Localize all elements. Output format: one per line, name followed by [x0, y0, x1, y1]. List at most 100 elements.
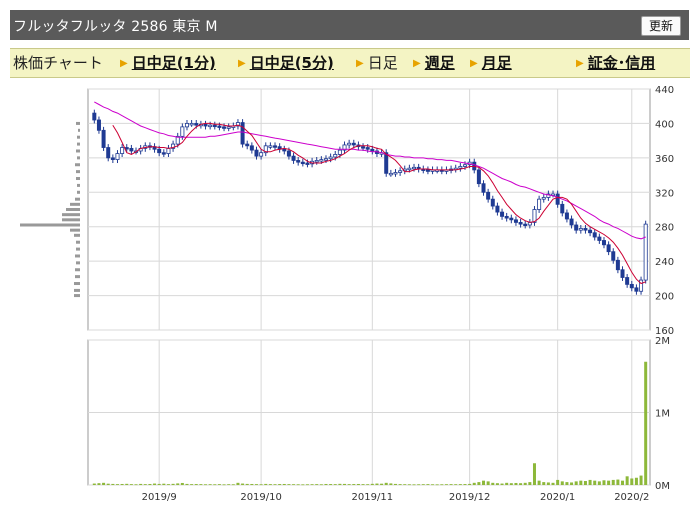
volume-bar	[505, 482, 509, 485]
volume-bar	[194, 484, 198, 485]
candle-body	[597, 236, 602, 241]
candle-body	[629, 283, 634, 289]
candle-body	[300, 161, 305, 165]
candle-body	[643, 223, 648, 281]
volume-bar	[621, 480, 625, 485]
candle-body	[481, 183, 486, 193]
volume-bar	[171, 483, 175, 485]
volume-profile-bar	[20, 223, 80, 227]
volume-bar	[148, 483, 152, 485]
candle-body	[370, 148, 375, 152]
volume-tick-label: 2M	[655, 336, 670, 347]
volume-profile-bar	[70, 202, 80, 206]
volume-bar	[305, 484, 309, 486]
volume-bar	[630, 478, 634, 485]
volume-bar	[111, 483, 115, 485]
volume-profile-bar	[77, 183, 80, 187]
candle-body	[328, 156, 333, 160]
volume-bar	[292, 484, 296, 486]
volume-bar	[338, 483, 342, 485]
volume-bar	[500, 483, 504, 485]
volume-bar	[509, 483, 513, 485]
volume-bar	[472, 482, 476, 485]
candle-body	[115, 153, 120, 160]
volume-bar	[366, 484, 370, 486]
volume-bar	[231, 484, 235, 486]
candle-body	[583, 228, 588, 231]
volume-bar	[468, 483, 472, 485]
volume-bar	[153, 483, 157, 485]
candle-body	[625, 277, 630, 285]
candle-body	[180, 126, 185, 137]
volume-bar	[426, 484, 430, 485]
volume-bar	[254, 484, 258, 485]
candle-body	[398, 170, 403, 173]
candle-body	[286, 150, 291, 157]
candle-body	[189, 123, 194, 126]
volume-bar	[213, 484, 217, 486]
volume-bar	[523, 482, 527, 485]
volume-bar	[597, 481, 601, 485]
candle-body	[384, 152, 389, 174]
volume-bar	[560, 481, 564, 485]
volume-bar	[639, 475, 643, 485]
candle-body	[351, 142, 356, 146]
volume-profile-bar	[74, 288, 80, 292]
volume-bar	[166, 484, 170, 485]
price-tick-label: 280	[655, 223, 674, 234]
volume-bar	[125, 483, 129, 485]
volume-profile-bar	[76, 149, 80, 153]
volume-profile-bar	[76, 240, 80, 244]
volume-profile-bar	[76, 177, 80, 181]
volume-bar	[245, 483, 249, 485]
x-tick-label: 2019/11	[352, 492, 394, 503]
volume-bar	[227, 484, 231, 486]
volume-profile-bar	[77, 135, 80, 139]
candle-body	[305, 162, 310, 165]
volume-bar	[236, 482, 240, 485]
volume-bar	[458, 484, 462, 485]
volume-bar	[324, 483, 328, 485]
candle-body	[393, 172, 398, 175]
candle-body	[555, 193, 560, 205]
candle-body	[462, 164, 467, 167]
candle-body	[319, 159, 324, 162]
volume-bar	[570, 482, 574, 485]
candle-body	[592, 232, 597, 238]
candle-body	[388, 172, 393, 176]
volume-profile-bar	[74, 294, 80, 298]
candle-body	[203, 123, 208, 127]
volume-bar	[287, 484, 291, 485]
volume-bar	[217, 484, 221, 485]
volume-bar	[120, 483, 124, 485]
volume-bar	[574, 481, 578, 485]
candle-body	[504, 215, 509, 219]
volume-bar	[259, 484, 263, 486]
volume-profile-bar	[74, 233, 80, 237]
candle-body	[509, 217, 514, 221]
x-tick-label: 2019/10	[240, 492, 282, 503]
candle-body	[490, 198, 495, 207]
volume-bar	[241, 483, 245, 485]
candle-body	[606, 244, 611, 253]
volume-bar	[440, 484, 444, 486]
candle-body	[268, 145, 273, 148]
volume-bar	[190, 484, 194, 485]
candle-body	[101, 129, 106, 148]
volume-bar	[444, 484, 448, 486]
volume-bar	[542, 482, 546, 485]
volume-bar	[129, 484, 133, 485]
candle-body	[249, 145, 254, 151]
volume-bar	[588, 479, 592, 485]
volume-bar	[583, 481, 587, 485]
volume-bar	[551, 482, 555, 485]
volume-bar	[602, 480, 606, 485]
volume-profile-bar	[77, 156, 80, 160]
candle-body	[333, 154, 338, 158]
volume-bar	[347, 484, 351, 485]
volume-bar	[616, 479, 620, 485]
x-tick-label: 2019/12	[449, 492, 491, 503]
candle-body	[620, 269, 625, 278]
volume-bar	[449, 484, 453, 485]
volume-bar	[380, 483, 384, 485]
